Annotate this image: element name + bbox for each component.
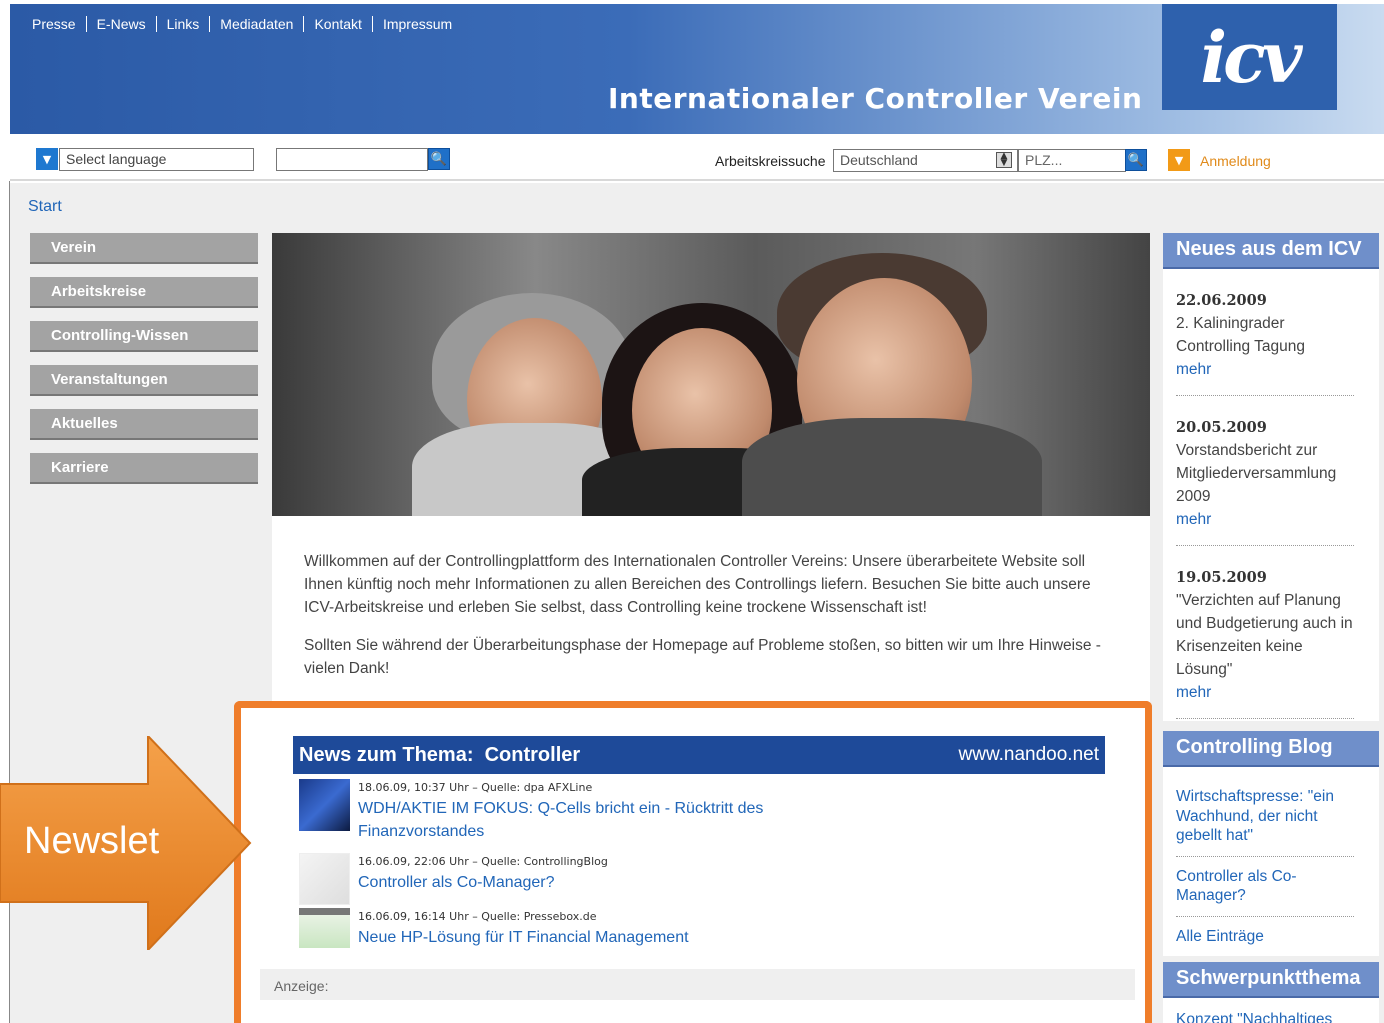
sidebar-news-item: 22.06.2009 2. Kaliningrader Controlling … (1176, 269, 1354, 396)
arbeitskreissuche-label: Arbeitskreissuche (715, 153, 826, 169)
right-sidebar: Neues aus dem ICV 22.06.2009 2. Kalining… (1163, 233, 1379, 1023)
sidebar-news-box: 22.06.2009 2. Kaliningrader Controlling … (1163, 269, 1379, 721)
blog-link[interactable]: Wirtschaftspresse: "ein Wachhund, der ni… (1176, 777, 1354, 857)
top-nav-mediadaten[interactable]: Mediadaten (209, 16, 303, 32)
nav-item-arbeitskreise[interactable]: Arbeitskreise (30, 277, 258, 308)
more-link[interactable]: mehr (1176, 358, 1354, 381)
news-link[interactable]: WDH/AKTIE IM FOKUS: Q-Cells bricht ein -… (358, 797, 778, 843)
news-thumbnail[interactable] (299, 908, 350, 948)
news-text[interactable]: "Verzichten auf Planung und Budgetierung… (1176, 589, 1354, 681)
language-select[interactable]: Select language (59, 148, 254, 171)
login-arrow-icon[interactable]: ▼ (1168, 149, 1190, 171)
welcome-paragraph-1: Willkommen auf der Controllingplattform … (304, 553, 1091, 616)
more-link[interactable]: mehr (1176, 508, 1354, 531)
icv-logo[interactable]: icv (1162, 4, 1337, 110)
news-text[interactable]: Vorstandsbericht zur Mitgliederversammlu… (1176, 439, 1354, 508)
news-date: 19.05.2009 (1176, 569, 1267, 586)
sidebar-heading-blog: Controlling Blog (1163, 731, 1379, 767)
ad-label: Anzeige: (260, 969, 1135, 1000)
sidebar-heading-news: Neues aus dem ICV (1163, 233, 1379, 269)
country-select-spinner-icon[interactable]: ▲ ▼ (996, 152, 1012, 168)
site-title: Internationaler Controller Verein (608, 82, 1143, 115)
plz-input[interactable]: PLZ... (1018, 149, 1126, 172)
news-date: 20.05.2009 (1176, 419, 1267, 436)
news-widget-title: News zum Thema: Controller (299, 743, 581, 766)
sidebar-news-item: 19.05.2009 "Verzichten auf Planung und B… (1176, 546, 1354, 719)
top-nav-kontakt[interactable]: Kontakt (303, 16, 371, 32)
top-nav-presse[interactable]: Presse (32, 16, 86, 32)
annotation-label: Newslet (24, 820, 160, 862)
news-thumbnail[interactable] (299, 853, 350, 905)
hero-photo (272, 233, 1150, 516)
news-meta: 16.06.09, 16:14 Uhr – Quelle: Pressebox.… (358, 910, 597, 923)
breadcrumb[interactable]: Start (28, 198, 62, 216)
top-nav: Presse E-News Links Mediadaten Kontakt I… (32, 16, 462, 32)
welcome-text: Willkommen auf der Controllingplattform … (304, 550, 1124, 695)
top-nav-enews[interactable]: E-News (85, 16, 156, 32)
login-link[interactable]: Anmeldung (1200, 153, 1271, 169)
top-nav-impressum[interactable]: Impressum (371, 16, 462, 32)
logo-text: icv (1200, 15, 1303, 99)
nav-item-aktuelles[interactable]: Aktuelles (30, 409, 258, 440)
top-nav-links[interactable]: Links (155, 16, 210, 32)
toolbar: ▼ Select language 🔍 Arbeitskreissuche De… (10, 134, 1384, 181)
news-link[interactable]: Controller als Co-Manager? (358, 871, 778, 894)
nav-item-karriere[interactable]: Karriere (30, 453, 258, 484)
sidebar-news-item: 20.05.2009 Vorstandsbericht zur Mitglied… (1176, 396, 1354, 546)
sidebar-heading-focus: Schwerpunktthema (1163, 962, 1379, 998)
news-link[interactable]: Neue HP-Lösung für IT Financial Manageme… (358, 926, 778, 949)
search-input[interactable] (276, 148, 428, 171)
sidebar-blog-box: Wirtschaftspresse: "ein Wachhund, der ni… (1163, 767, 1379, 956)
left-nav: Verein Arbeitskreise Controlling-Wissen … (30, 233, 258, 497)
language-dropdown-icon[interactable]: ▼ (36, 148, 58, 170)
news-widget-source-link[interactable]: www.nandoo.net (959, 744, 1100, 766)
plz-search-button[interactable]: 🔍 (1125, 149, 1147, 171)
search-icon: 🔍 (1127, 152, 1145, 168)
welcome-paragraph-2: Sollten Sie während der Überarbeitungsph… (304, 637, 1101, 677)
search-icon: 🔍 (430, 151, 448, 167)
news-text[interactable]: 2. Kaliningrader Controlling Tagung (1176, 312, 1354, 358)
focus-link[interactable]: Konzept "Nachhaltiges (1176, 1010, 1354, 1023)
blog-all-entries-link[interactable]: Alle Einträge (1176, 917, 1354, 957)
news-meta: 16.06.09, 22:06 Uhr – Quelle: Controllin… (358, 855, 608, 868)
nav-item-veranstaltungen[interactable]: Veranstaltungen (30, 365, 258, 396)
nav-item-verein[interactable]: Verein (30, 233, 258, 264)
sidebar-focus-box: Konzept "Nachhaltiges (1163, 998, 1379, 1023)
search-button[interactable]: 🔍 (428, 148, 450, 170)
news-date: 22.06.2009 (1176, 292, 1267, 309)
news-widget-header: News zum Thema: Controller www.nandoo.ne… (293, 736, 1105, 774)
nav-item-controlling-wissen[interactable]: Controlling-Wissen (30, 321, 258, 352)
more-link[interactable]: mehr (1176, 681, 1354, 704)
country-select[interactable]: Deutschland (833, 149, 1018, 172)
news-thumbnail[interactable] (299, 779, 350, 831)
news-meta: 18.06.09, 10:37 Uhr – Quelle: dpa AFXLin… (358, 781, 593, 794)
site-header: Presse E-News Links Mediadaten Kontakt I… (10, 4, 1384, 134)
blog-link[interactable]: Controller als Co-Manager? (1176, 857, 1354, 917)
